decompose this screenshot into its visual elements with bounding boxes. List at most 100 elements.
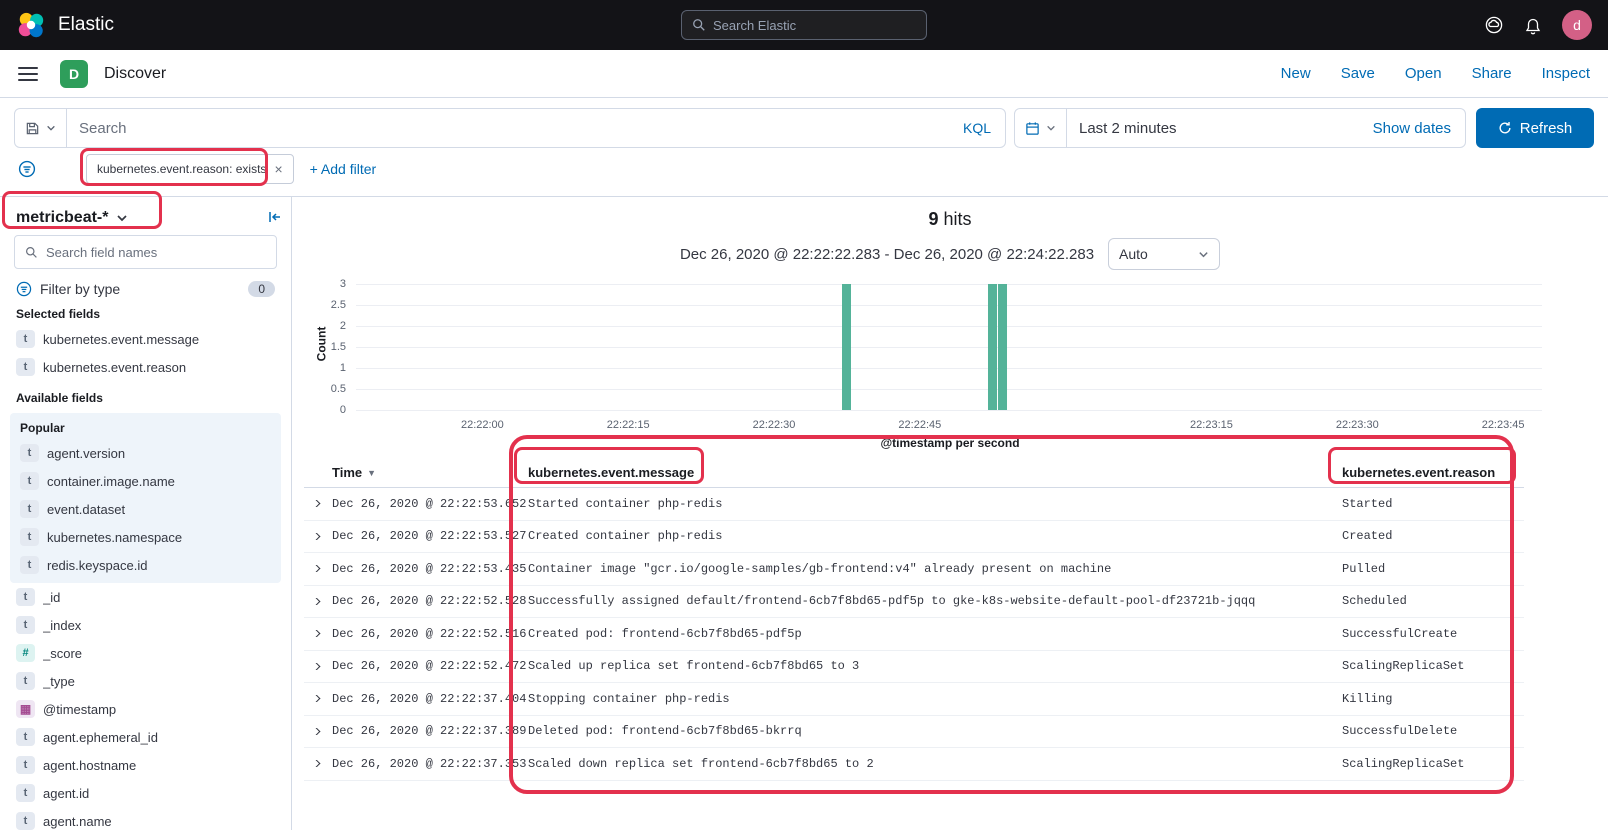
y-tick-label: 1 bbox=[339, 362, 346, 374]
global-search-input[interactable] bbox=[713, 17, 916, 33]
message-column-header[interactable]: kubernetes.event.message bbox=[528, 465, 1342, 480]
field-item[interactable]: t event.dataset bbox=[10, 495, 281, 523]
kql-switch-button[interactable]: KQL bbox=[949, 120, 1005, 136]
histogram-bar[interactable] bbox=[997, 284, 1007, 410]
refresh-button[interactable]: Refresh bbox=[1476, 108, 1594, 148]
new-button[interactable]: New bbox=[1281, 65, 1311, 82]
close-icon[interactable]: × bbox=[274, 161, 282, 177]
cloud-icon[interactable] bbox=[1484, 15, 1504, 35]
table-row[interactable]: Dec 26, 2020 @ 22:22:37.389 Deleted pod: … bbox=[304, 716, 1524, 748]
save-button[interactable]: Save bbox=[1341, 65, 1375, 82]
expand-row-button[interactable] bbox=[304, 597, 332, 605]
field-item[interactable]: t _id bbox=[0, 583, 291, 611]
row-reason: ScalingReplicaSet bbox=[1342, 659, 1465, 674]
elastic-logo[interactable] bbox=[16, 10, 46, 40]
user-avatar[interactable]: d bbox=[1562, 10, 1592, 40]
kibana-discover-page: Elastic d D Discover New Save Open Share bbox=[0, 0, 1608, 830]
open-button[interactable]: Open bbox=[1405, 65, 1442, 82]
alerts-icon[interactable] bbox=[1524, 15, 1542, 35]
table-row[interactable]: Dec 26, 2020 @ 22:22:52.528 Successfully … bbox=[304, 586, 1524, 618]
share-button[interactable]: Share bbox=[1472, 65, 1512, 82]
gridline bbox=[356, 326, 1542, 327]
field-item[interactable]: t agent.hostname bbox=[0, 751, 291, 779]
sort-descending-icon[interactable]: ▼ bbox=[367, 468, 376, 478]
selected-fields-heading: Selected fields bbox=[16, 307, 101, 321]
show-dates-link[interactable]: Show dates bbox=[1373, 120, 1465, 137]
table-row[interactable]: Dec 26, 2020 @ 22:22:52.516 Created pod: … bbox=[304, 618, 1524, 651]
table-row[interactable]: Dec 26, 2020 @ 22:22:37.353 Scaled down r… bbox=[304, 748, 1524, 781]
table-row[interactable]: Dec 26, 2020 @ 22:22:53.652 Started conta… bbox=[304, 488, 1524, 521]
interval-select[interactable]: Auto bbox=[1108, 238, 1221, 270]
histogram-plot[interactable]: 0 0.5 1 1.5 2 2.5 3 22:22:00 22:22:15 22:22:30 22:… bbox=[331, 278, 1542, 431]
filter-by-type-button[interactable]: Filter by type 0 bbox=[16, 281, 275, 297]
calendar-icon[interactable] bbox=[1015, 109, 1067, 147]
expand-row-button[interactable] bbox=[304, 532, 332, 540]
field-item[interactable]: t agent.name bbox=[0, 807, 291, 830]
field-item[interactable]: t container.image.name bbox=[10, 467, 281, 495]
query-search-input[interactable] bbox=[67, 119, 949, 137]
gridline bbox=[356, 368, 1542, 369]
field-search[interactable] bbox=[14, 235, 277, 269]
search-icon bbox=[692, 18, 706, 32]
row-message: Scaled up replica set frontend-6cb7f8bd6… bbox=[528, 659, 860, 674]
field-item[interactable]: t kubernetes.namespace bbox=[10, 523, 281, 551]
table-row[interactable]: Dec 26, 2020 @ 22:22:53.435 Container ima… bbox=[304, 553, 1524, 586]
field-item[interactable]: ▦ @timestamp bbox=[0, 695, 291, 723]
menu-icon[interactable] bbox=[18, 66, 38, 81]
expand-row-button[interactable] bbox=[304, 695, 332, 703]
x-tick-label: 22:22:30 bbox=[752, 419, 796, 431]
filter-icon[interactable] bbox=[18, 160, 36, 178]
gridline bbox=[356, 347, 1542, 348]
chevron-right-icon bbox=[310, 565, 321, 573]
table-row[interactable]: Dec 26, 2020 @ 22:22:53.527 Created conta… bbox=[304, 521, 1524, 553]
histogram-bar[interactable] bbox=[987, 284, 997, 410]
expand-row-button[interactable] bbox=[304, 760, 332, 768]
y-tick-label: 2.5 bbox=[330, 299, 346, 311]
discover-app-icon[interactable]: D bbox=[60, 59, 88, 88]
hits-counter: 9 hits bbox=[928, 209, 972, 229]
expand-row-button[interactable] bbox=[304, 630, 332, 638]
row-message: Successfully assigned default/frontend-6… bbox=[528, 594, 1256, 609]
global-search[interactable] bbox=[681, 10, 927, 40]
field-item[interactable]: t agent.version bbox=[10, 439, 281, 467]
filter-icon bbox=[16, 281, 32, 297]
field-name: kubernetes.event.message bbox=[43, 331, 200, 347]
text-field-icon: t bbox=[16, 330, 35, 348]
x-tick-label: 22:22:15 bbox=[606, 419, 650, 431]
row-reason: Started bbox=[1342, 496, 1393, 511]
y-tick-label: 1.5 bbox=[330, 341, 346, 353]
row-message: Stopping container php-redis bbox=[528, 691, 730, 706]
field-item[interactable]: t agent.id bbox=[0, 779, 291, 807]
field-item[interactable]: t agent.ephemeral_id bbox=[0, 723, 291, 751]
field-item[interactable]: t _type bbox=[0, 667, 291, 695]
field-item[interactable]: t kubernetes.event.reason bbox=[0, 353, 291, 381]
expand-row-button[interactable] bbox=[304, 727, 332, 735]
field-item[interactable]: t kubernetes.event.message bbox=[0, 325, 291, 353]
reason-column-header[interactable]: kubernetes.event.reason bbox=[1342, 465, 1524, 480]
expand-row-button[interactable] bbox=[304, 662, 332, 670]
table-row[interactable]: Dec 26, 2020 @ 22:22:52.472 Scaled up rep… bbox=[304, 651, 1524, 683]
table-row[interactable]: Dec 26, 2020 @ 22:22:37.404 Stopping cont… bbox=[304, 683, 1524, 716]
row-reason: Pulled bbox=[1342, 561, 1386, 576]
field-item[interactable]: t _index bbox=[0, 611, 291, 639]
top-nav-menu: New Save Open Share Inspect bbox=[1281, 65, 1590, 82]
saved-query-menu-button[interactable] bbox=[15, 109, 67, 147]
expand-row-button[interactable] bbox=[304, 565, 332, 573]
query-bar: KQL Last 2 minutes Show dates Refresh ku… bbox=[0, 98, 1608, 197]
filter-pill[interactable]: kubernetes.event.reason: exists × bbox=[86, 154, 294, 184]
field-item[interactable]: # _score bbox=[0, 639, 291, 667]
expand-row-button[interactable] bbox=[304, 500, 332, 508]
add-filter-link[interactable]: + Add filter bbox=[310, 161, 377, 177]
time-range-value[interactable]: Last 2 minutes bbox=[1067, 120, 1373, 137]
row-reason: Created bbox=[1342, 529, 1393, 544]
time-column-header[interactable]: Time ▼ bbox=[332, 465, 528, 480]
chevron-right-icon bbox=[310, 500, 321, 508]
filter-count-badge: 0 bbox=[248, 281, 275, 297]
collapse-sidebar-icon[interactable] bbox=[267, 209, 283, 230]
field-item[interactable]: t redis.keyspace.id bbox=[10, 551, 281, 579]
field-search-input[interactable] bbox=[46, 244, 266, 260]
text-field-icon: t bbox=[16, 728, 35, 746]
inspect-button[interactable]: Inspect bbox=[1542, 65, 1590, 82]
index-pattern-select[interactable]: metricbeat-* bbox=[0, 197, 291, 235]
histogram-bar[interactable] bbox=[842, 284, 852, 410]
